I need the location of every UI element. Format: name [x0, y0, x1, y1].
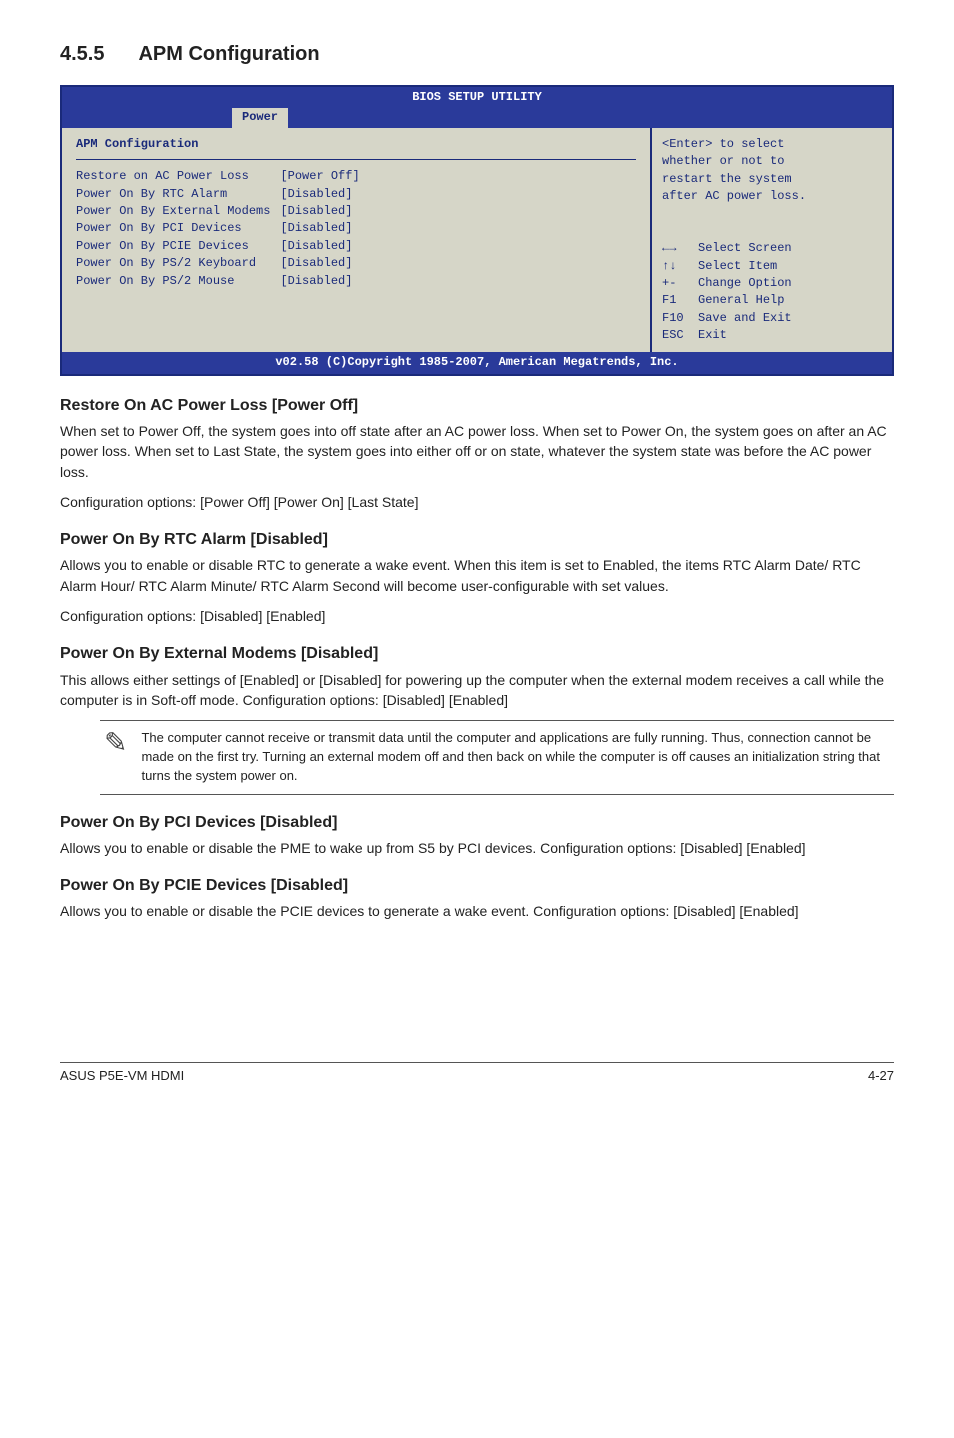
bios-footer: v02.58 (C)Copyright 1985-2007, American …: [62, 352, 892, 373]
bios-panel-header: APM Configuration: [76, 136, 636, 160]
bios-nav: ←→ Select Screen ↑↓ Select Item +- Chang…: [662, 241, 792, 342]
page-footer: ASUS P5E-VM HDMI 4-27: [60, 1062, 894, 1086]
bios-right-panel: <Enter> to select whether or not to rest…: [652, 128, 892, 353]
footer-left: ASUS P5E-VM HDMI: [60, 1067, 184, 1086]
bios-labels: Restore on AC Power Loss Power On By RTC…: [76, 168, 270, 290]
heading-ext: Power On By External Modems [Disabled]: [60, 642, 894, 665]
section-number: 4.5.5: [60, 40, 104, 69]
para: Configuration options: [Power Off] [Powe…: [60, 492, 894, 512]
para: Allows you to enable or disable the PME …: [60, 838, 894, 858]
bios-tabs: Power: [62, 108, 892, 127]
section-title: APM Configuration: [138, 43, 319, 65]
heading-restore: Restore On AC Power Loss [Power Off]: [60, 394, 894, 417]
para: This allows either settings of [Enabled]…: [60, 670, 894, 711]
bios-values: [Power Off] [Disabled] [Disabled] [Disab…: [280, 168, 359, 290]
para: Configuration options: [Disabled] [Enabl…: [60, 606, 894, 626]
bios-tab-power: Power: [232, 108, 288, 127]
section-heading: 4.5.5 APM Configuration: [60, 40, 894, 69]
note-text: The computer cannot receive or transmit …: [141, 729, 894, 786]
para: Allows you to enable or disable the PCIE…: [60, 901, 894, 921]
bios-help: <Enter> to select whether or not to rest…: [662, 137, 806, 203]
note-box: ✎ The computer cannot receive or transmi…: [100, 720, 894, 795]
bios-title: BIOS SETUP UTILITY: [62, 87, 892, 108]
para: Allows you to enable or disable RTC to g…: [60, 555, 894, 596]
bios-left-panel: APM Configuration Restore on AC Power Lo…: [62, 128, 652, 353]
pencil-icon: ✎: [104, 729, 127, 757]
footer-right: 4-27: [868, 1067, 894, 1086]
para: When set to Power Off, the system goes i…: [60, 421, 894, 482]
heading-pci: Power On By PCI Devices [Disabled]: [60, 811, 894, 834]
heading-rtc: Power On By RTC Alarm [Disabled]: [60, 528, 894, 551]
bios-screenshot: BIOS SETUP UTILITY Power APM Configurati…: [60, 85, 894, 376]
heading-pcie: Power On By PCIE Devices [Disabled]: [60, 874, 894, 897]
